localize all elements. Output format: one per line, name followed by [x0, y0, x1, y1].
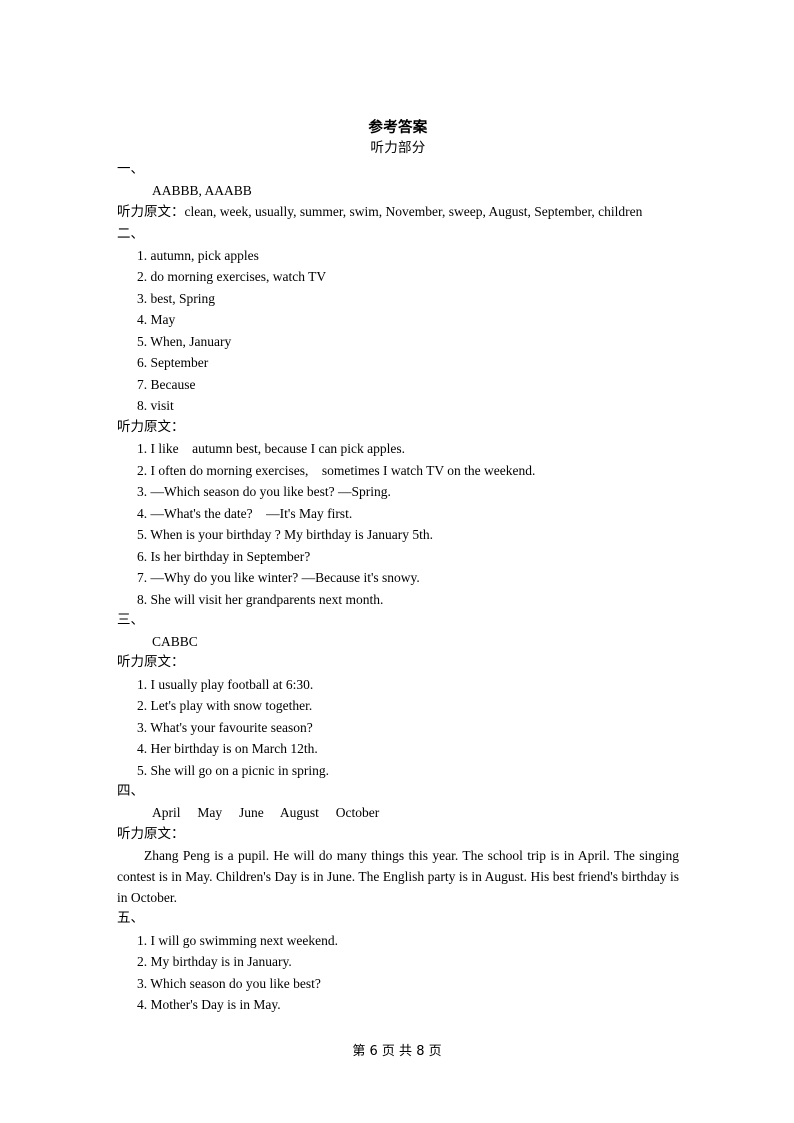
- list-item: 5. She will go on a picnic in spring.: [137, 762, 329, 778]
- page-title: 参考答案: [368, 120, 428, 136]
- section-marker-4: 四、: [117, 783, 144, 800]
- section-marker-3: 三、: [117, 612, 144, 629]
- list-item: 8. She will visit her grandparents next …: [137, 591, 384, 607]
- list-item: 3. best, Spring: [137, 290, 216, 306]
- list-item: 8. visit: [137, 398, 174, 414]
- list-item: 2. I often do morning exercises, sometim…: [137, 462, 536, 478]
- list-item: 7. Because: [137, 376, 196, 392]
- list-item: 7. —Why do you like winter? —Because it'…: [137, 570, 420, 586]
- list-item: 2. Let's play with snow together.: [137, 698, 313, 714]
- list-item: 2. My birthday is in January.: [137, 954, 292, 970]
- section-marker-2: 二、: [117, 225, 144, 242]
- list-item: 5. When, January: [137, 333, 232, 349]
- list-item: 6. Is her birthday in September?: [137, 548, 311, 564]
- section-1-answer: AABBB, AAABB: [152, 183, 252, 199]
- section-1-transcript-text: clean, week, usually, summer, swim, Nove…: [184, 204, 643, 220]
- section-1-transcript-line: 听力原文：clean, week, usually, summer, swim,…: [117, 201, 679, 223]
- answer-key-page: 参考答案 听力部分 一、 AABBB, AAABB 听力原文：clean, we…: [0, 0, 794, 1123]
- list-item: 1. I will go swimming next weekend.: [137, 932, 338, 948]
- transcript-label-3: 听力原文：: [117, 654, 185, 671]
- section-marker-5: 五、: [117, 910, 144, 927]
- list-item: 6. September: [137, 355, 209, 371]
- list-item: 2. do morning exercises, watch TV: [137, 269, 327, 285]
- list-item: 5. When is your birthday ? My birthday i…: [137, 527, 433, 543]
- list-item: 4. May: [137, 312, 176, 328]
- section-4-answer: April May June August October: [152, 805, 380, 821]
- list-item: 1. I like autumn best, because I can pic…: [137, 441, 406, 457]
- list-item: 1. I usually play football at 6:30.: [137, 676, 314, 692]
- list-item: 4. —What's the date? —It's May first.: [137, 505, 353, 521]
- page-subtitle: 听力部分: [370, 140, 426, 156]
- list-item: 1. autumn, pick apples: [137, 247, 259, 263]
- document-content: 参考答案 听力部分 一、 AABBB, AAABB 听力原文：clean, we…: [117, 0, 679, 1016]
- list-item: 3. Which season do you like best?: [137, 975, 321, 991]
- transcript-label-1: 听力原文：: [117, 204, 185, 221]
- list-item: 3. What's your favourite season?: [137, 719, 313, 735]
- section-3-answer: CABBC: [152, 634, 198, 650]
- list-item: 4. Mother's Day is in May.: [137, 997, 281, 1013]
- transcript-label-4: 听力原文：: [117, 825, 185, 842]
- section-marker-1: 一、: [117, 161, 144, 177]
- section-4-paragraph: Zhang Peng is a pupil. He will do many t…: [117, 847, 679, 906]
- transcript-label-2: 听力原文：: [117, 418, 185, 435]
- list-item: 4. Her birthday is on March 12th.: [137, 741, 318, 757]
- list-item: 3. —Which season do you like best? —Spri…: [137, 484, 391, 500]
- page-footer: 第 6 页 共 8 页: [352, 1044, 442, 1059]
